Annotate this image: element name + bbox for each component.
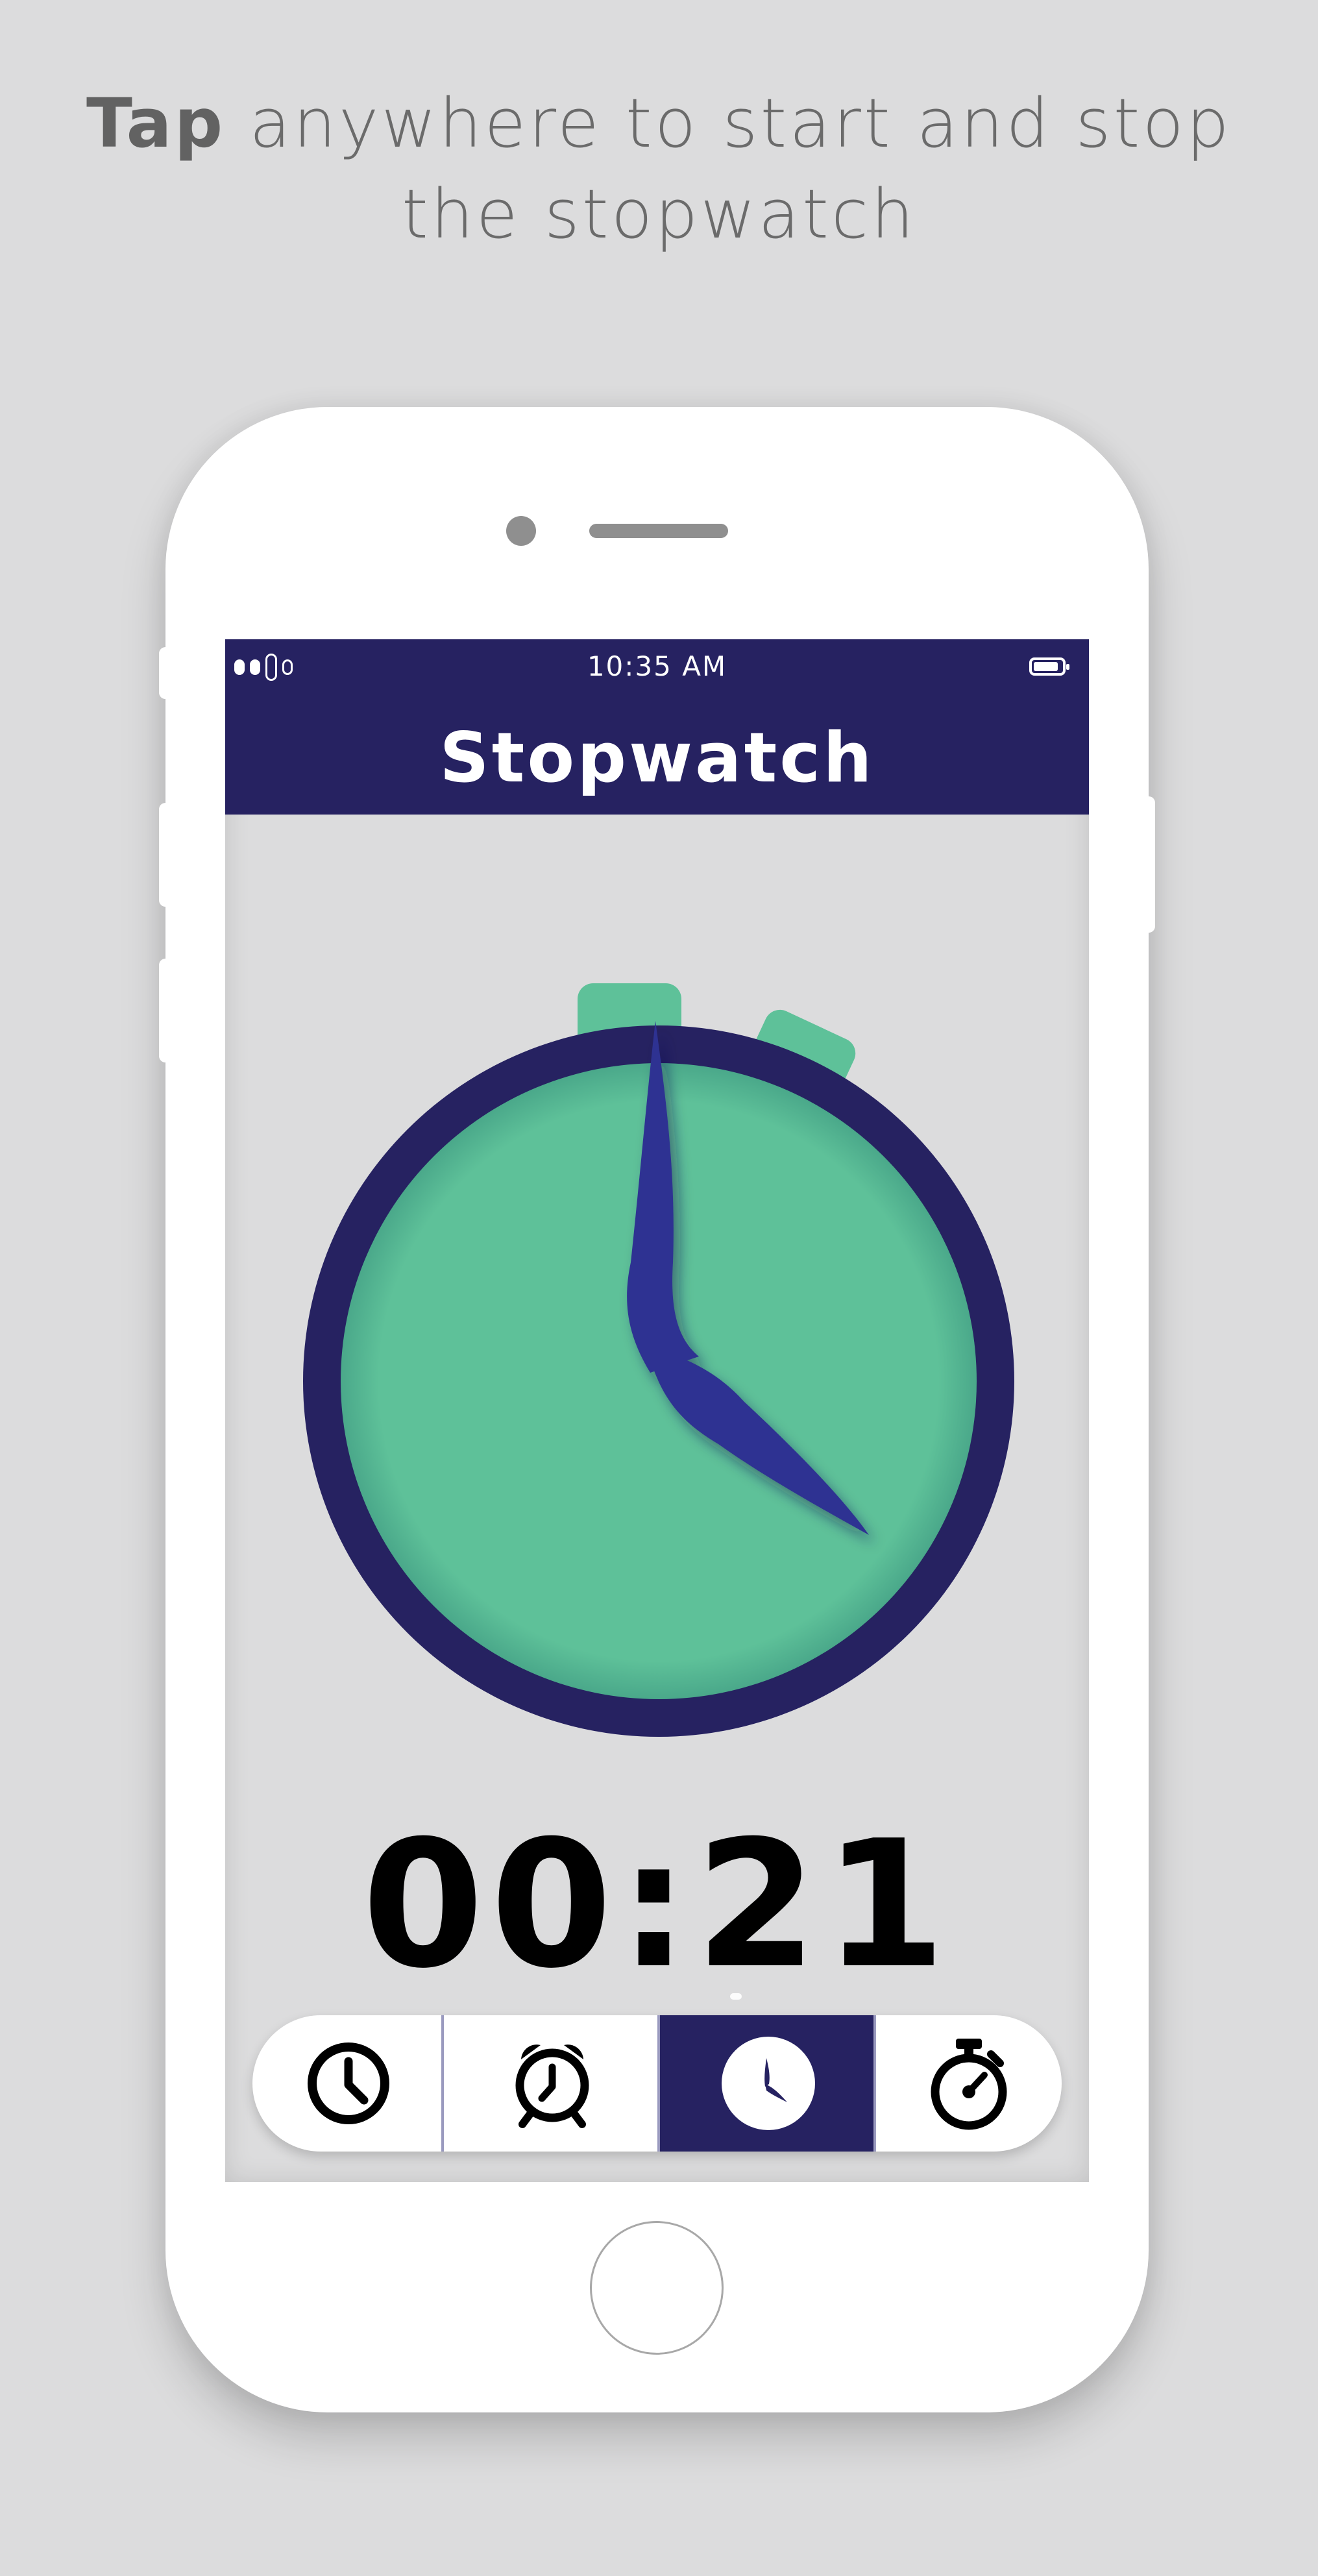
bottom-tab-bar [252, 2015, 1062, 2152]
front-camera [506, 516, 536, 546]
home-button[interactable] [590, 2221, 724, 2355]
promo-headline: Tap anywhere to start and stop the stopw… [0, 78, 1318, 260]
battery-icon [1029, 657, 1069, 676]
promo-headline-line2: the stopwatch [402, 175, 916, 254]
tab-world-clock[interactable] [660, 2015, 876, 2152]
tab-clock[interactable] [252, 2015, 444, 2152]
phone-screen[interactable]: 10:35 AM Stopwatch 00:21 [225, 639, 1089, 2182]
promo-headline-bold: Tap [86, 84, 226, 163]
elapsed-time: 00:21 [361, 1802, 953, 2007]
active-tab-marker [730, 1993, 742, 2000]
promo-headline-rest: anywhere to start and stop [225, 84, 1232, 163]
earpiece-speaker [589, 524, 728, 538]
side-button-volume-up [159, 803, 172, 907]
promo-headline-line1: Tap anywhere to start and stop [0, 78, 1318, 169]
side-button-power [1142, 796, 1155, 933]
stopwatch-icon[interactable] [297, 925, 1023, 1743]
status-time: 10:35 AM [587, 650, 727, 682]
app-header: 10:35 AM Stopwatch [225, 639, 1089, 815]
side-button-mute [159, 647, 172, 699]
tab-stopwatch[interactable] [876, 2015, 1062, 2152]
phone-frame: 10:35 AM Stopwatch 00:21 [159, 407, 1155, 2412]
clock-face-icon [721, 2037, 815, 2130]
stopwatch-icon [931, 2039, 1007, 2130]
clock-icon [307, 2042, 389, 2124]
tab-alarm[interactable] [444, 2015, 660, 2152]
page-title: Stopwatch [439, 718, 875, 798]
status-bar: 10:35 AM [225, 639, 1089, 691]
alarm-clock-icon [515, 2044, 589, 2128]
side-button-volume-down [159, 959, 172, 1062]
